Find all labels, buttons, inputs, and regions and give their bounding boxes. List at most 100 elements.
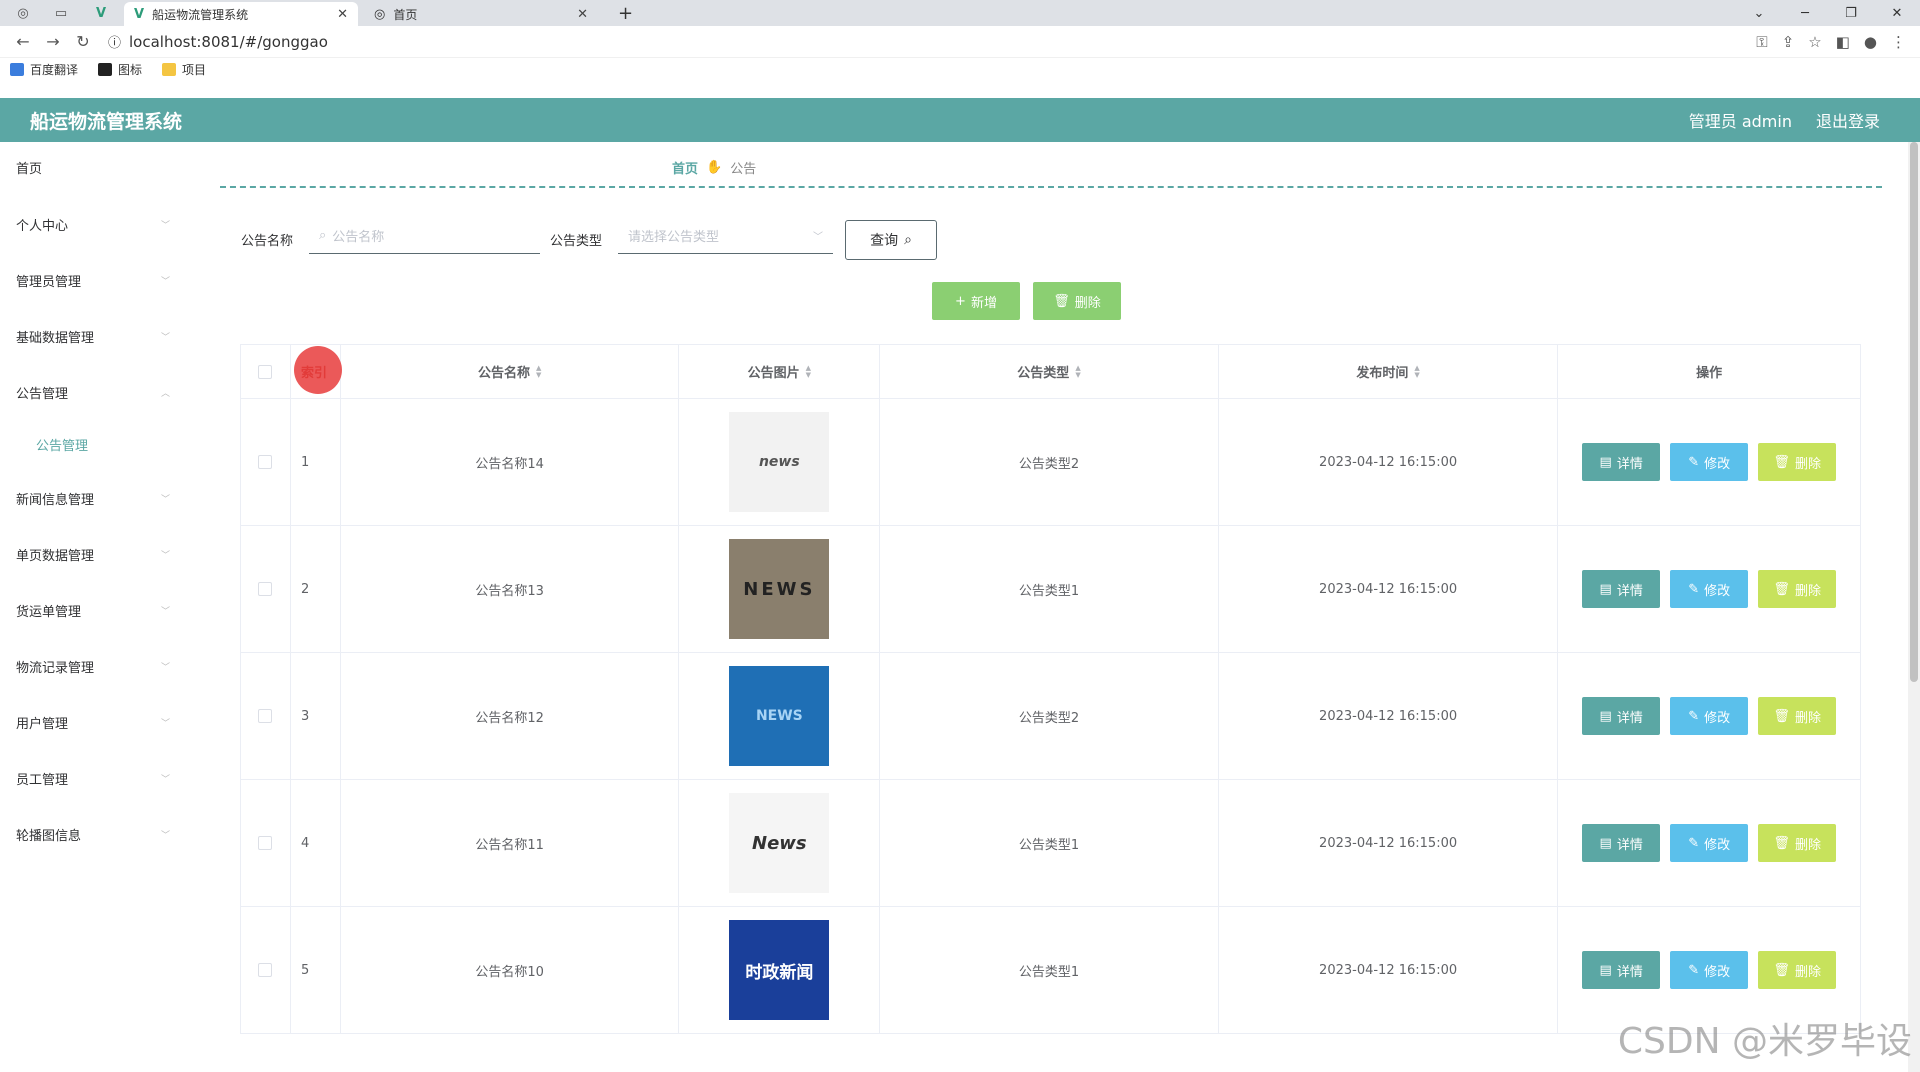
batch-delete-button[interactable]: 🗑 删除 [1033, 282, 1121, 320]
delete-button[interactable]: 🗑 删除 [1758, 570, 1837, 608]
back-icon[interactable]: ← [8, 32, 38, 51]
edit-button[interactable]: ✎ 修改 [1670, 824, 1749, 862]
bookmark-baidu-translate[interactable]: 百度翻译 [10, 61, 78, 78]
row-type: 公告类型1 [1018, 583, 1080, 599]
header-type[interactable]: 公告类型 ▲ ▼ [880, 345, 1219, 398]
row-checkbox[interactable] [258, 963, 273, 977]
blank-tab-icon[interactable]: ▭ [46, 2, 76, 24]
header-time[interactable]: 发布时间 ▲ ▼ [1219, 345, 1559, 398]
star-icon[interactable]: ☆ [1808, 33, 1821, 51]
reload-icon[interactable]: ↻ [68, 32, 98, 51]
delete-button[interactable]: 🗑 删除 [1758, 824, 1837, 862]
sort-icon[interactable]: ▲ ▼ [536, 364, 541, 379]
header-name[interactable]: 公告名称 ▲ ▼ [341, 345, 680, 398]
search-icon: ⌕ [904, 232, 912, 248]
sidebar-item-single-page[interactable]: 单页数据管理 ﹀ [16, 545, 176, 564]
sidebar-item-base-data[interactable]: 基础数据管理 ﹀ [16, 327, 176, 346]
chevron-down-icon: ﹀ [813, 232, 823, 243]
row-checkbox[interactable] [258, 455, 273, 469]
select-all-checkbox[interactable] [258, 364, 273, 379]
row-checkbox[interactable] [258, 709, 273, 723]
sort-icon[interactable]: ▲ ▼ [1414, 364, 1419, 379]
bookmark-icons[interactable]: 图标 [98, 61, 142, 78]
forward-icon[interactable]: → [38, 32, 68, 51]
sort-icon[interactable]: ▲ ▼ [1075, 364, 1080, 379]
sidebar-item-notice[interactable]: 公告管理 ︿ [16, 383, 176, 402]
sidebar-item-carousel[interactable]: 轮播图信息 ﹀ [16, 825, 176, 844]
vue-icon[interactable]: V [86, 2, 116, 24]
row-time: 2023-04-12 16:15:00 [1319, 581, 1458, 597]
header-image[interactable]: 公告图片 ▲ ▼ [679, 345, 881, 398]
query-button[interactable]: 查询 ⌕ [845, 220, 937, 260]
url-field[interactable]: ⓘ localhost:8081/#/gonggao [108, 32, 328, 52]
logout-link[interactable]: 退出登录 [1816, 108, 1880, 132]
pencil-icon: ✎ [1688, 454, 1700, 470]
notice-image-text: news [758, 454, 800, 470]
sidebar-item-staff[interactable]: 员工管理 ﹀ [16, 769, 176, 788]
close-icon[interactable]: ✕ [577, 7, 588, 22]
add-button[interactable]: + 新增 [932, 282, 1020, 320]
sidebar-item-waybill[interactable]: 货运单管理 ﹀ [16, 601, 176, 620]
row-index: 1 [300, 454, 310, 470]
notice-image[interactable]: News [729, 793, 830, 893]
notice-type-select[interactable]: 请选择公告类型 ﹀ [618, 218, 833, 254]
document-icon: ▤ [1599, 962, 1612, 978]
notice-image[interactable]: NEWS [729, 539, 830, 639]
chevron-down-icon: ﹀ [160, 221, 170, 231]
row-type: 公告类型1 [1018, 964, 1080, 980]
sidebar-item-admin[interactable]: 管理员管理 ﹀ [16, 271, 176, 290]
restore-icon[interactable]: ❐ [1828, 6, 1874, 21]
row-checkbox[interactable] [258, 836, 273, 850]
sidebar-item-profile[interactable]: 个人中心 ﹀ [16, 215, 176, 234]
delete-button[interactable]: 🗑 删除 [1758, 951, 1837, 989]
sidebar-item-news[interactable]: 新闻信息管理 ﹀ [16, 489, 176, 508]
tab-home[interactable]: ◎ 首页 ✕ [364, 2, 598, 26]
document-icon: ▤ [1599, 835, 1612, 851]
menu-icon[interactable]: ⋮ [1891, 33, 1906, 51]
breadcrumb-home[interactable]: 首页 [672, 158, 698, 177]
chevron-down-icon: ﹀ [160, 495, 170, 505]
divider [220, 186, 1882, 188]
side-panel-icon[interactable]: ◧ [1836, 33, 1850, 51]
row-time: 2023-04-12 16:15:00 [1319, 708, 1458, 724]
sidebar-item-home[interactable]: 首页 [16, 158, 176, 177]
detail-button[interactable]: ▤ 详情 [1582, 443, 1661, 481]
notice-image[interactable]: NEWS [729, 666, 830, 766]
key-icon[interactable]: ⚿ [1756, 33, 1767, 51]
bookmark-projects[interactable]: 项目 [162, 61, 206, 78]
row-index: 2 [300, 581, 310, 597]
edit-button[interactable]: ✎ 修改 [1670, 951, 1749, 989]
row-checkbox[interactable] [258, 582, 273, 596]
detail-button[interactable]: ▤ 详情 [1582, 951, 1661, 989]
tab-shipping-system[interactable]: V 船运物流管理系统 ✕ [124, 2, 358, 26]
pencil-icon: ✎ [1688, 962, 1700, 978]
notice-image[interactable]: news [729, 412, 830, 512]
globe-icon[interactable]: ◎ [8, 2, 38, 24]
sidebar-subitem-notice[interactable]: 公告管理 [36, 435, 88, 454]
sort-icon[interactable]: ▲ ▼ [806, 364, 811, 379]
detail-button[interactable]: ▤ 详情 [1582, 824, 1661, 862]
sidebar-item-users[interactable]: 用户管理 ﹀ [16, 713, 176, 732]
table-row: 2 公告名称13 NEWS 公告类型1 2023-04-12 16:15:00 … [241, 526, 1860, 653]
close-window-icon[interactable]: ✕ [1874, 6, 1920, 21]
sidebar-item-logistics[interactable]: 物流记录管理 ﹀ [16, 657, 176, 676]
detail-button[interactable]: ▤ 详情 [1582, 697, 1661, 735]
info-icon[interactable]: ⓘ [108, 32, 121, 51]
scrollbar-thumb[interactable] [1910, 142, 1918, 682]
share-icon[interactable]: ⇪ [1782, 33, 1795, 51]
tab-search-icon[interactable]: ⌄ [1736, 6, 1782, 21]
close-icon[interactable]: ✕ [337, 7, 348, 22]
detail-button[interactable]: ▤ 详情 [1582, 570, 1661, 608]
edit-button[interactable]: ✎ 修改 [1670, 443, 1749, 481]
minimize-icon[interactable]: ─ [1782, 6, 1828, 21]
delete-button[interactable]: 🗑 删除 [1758, 443, 1837, 481]
notice-image[interactable]: 时政新闻 [729, 920, 830, 1020]
page-scrollbar[interactable] [1908, 142, 1920, 1072]
new-tab-button[interactable]: + [618, 3, 633, 24]
profile-icon[interactable]: ● [1864, 33, 1877, 51]
edit-button[interactable]: ✎ 修改 [1670, 697, 1749, 735]
notice-name-input[interactable]: ⌕ 公告名称 [309, 218, 540, 254]
delete-button[interactable]: 🗑 删除 [1758, 697, 1837, 735]
edit-button[interactable]: ✎ 修改 [1670, 570, 1749, 608]
address-bar: ← → ↻ ⓘ localhost:8081/#/gonggao ⚿ ⇪ ☆ ◧… [0, 26, 1920, 58]
